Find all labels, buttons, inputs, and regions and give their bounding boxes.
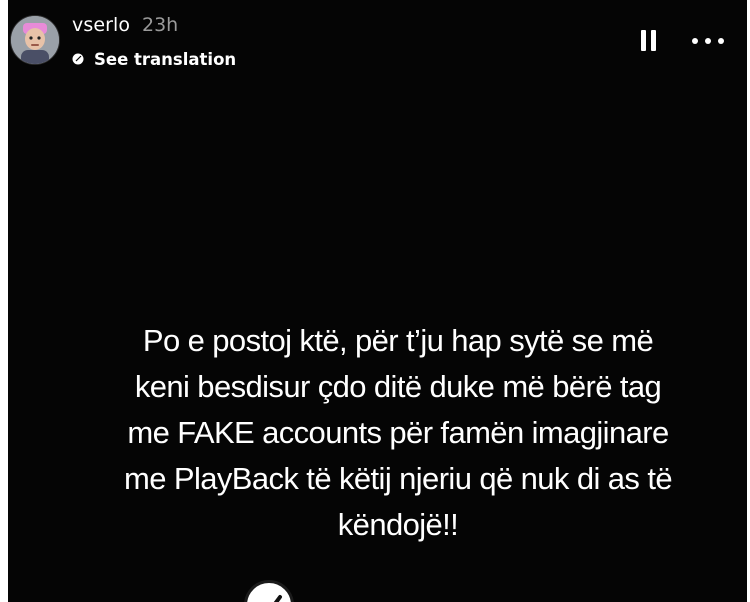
translate-icon (72, 53, 84, 65)
more-options-button[interactable] (692, 34, 726, 48)
pause-button[interactable] (641, 30, 661, 52)
avatar-icon (11, 16, 59, 64)
username[interactable]: vserlo (72, 14, 130, 36)
story-header: vserlo 23h See translation (8, 0, 747, 78)
story-viewer[interactable]: vserlo 23h See translation Po e postoj k… (8, 0, 747, 602)
avatar[interactable] (10, 15, 60, 65)
check-sticker-icon (273, 595, 282, 602)
see-translation-button[interactable]: See translation (72, 48, 236, 70)
see-translation-label: See translation (94, 49, 237, 69)
post-time: 23h (142, 14, 179, 36)
story-sticker[interactable] (244, 580, 294, 602)
story-text: Po e postoj ktë, për t’ju hap sytë se më… (124, 323, 673, 542)
